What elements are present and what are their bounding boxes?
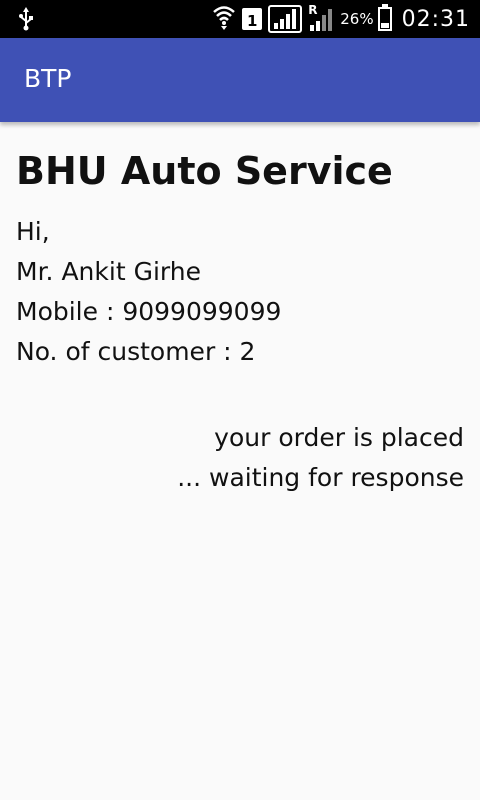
signal-icon: [268, 5, 303, 33]
battery-percent: 26%: [340, 10, 374, 28]
battery-icon: [377, 4, 392, 31]
order-status: your order is placed ... waiting for res…: [177, 418, 464, 498]
usb-icon: [18, 7, 34, 35]
sim-icon: 1: [242, 8, 263, 30]
customer-name: Mr. Ankit Girhe: [16, 257, 201, 286]
order-status-line: your order is placed: [214, 423, 464, 452]
customer-info: Hi, Mr. Ankit Girhe Mobile : 9099099099 …: [16, 212, 466, 372]
roaming-signal-icon: R: [308, 3, 334, 33]
app-bar: BTP: [0, 38, 480, 122]
mobile-number: Mobile : 9099099099: [16, 297, 282, 326]
battery-level-fill: [380, 22, 389, 28]
customer-count: No. of customer : 2: [16, 337, 256, 366]
greeting-text: Hi,: [16, 217, 50, 246]
page-title: BHU Auto Service: [16, 149, 393, 193]
app-title: BTP: [24, 64, 72, 93]
waiting-status-line: ... waiting for response: [177, 463, 464, 492]
clock-time: 02:31: [401, 6, 470, 32]
main-content: BHU Auto Service Hi, Mr. Ankit Girhe Mob…: [16, 142, 466, 372]
wifi-icon: [212, 4, 236, 34]
status-bar: 1 R 26% 02:31: [0, 0, 480, 38]
